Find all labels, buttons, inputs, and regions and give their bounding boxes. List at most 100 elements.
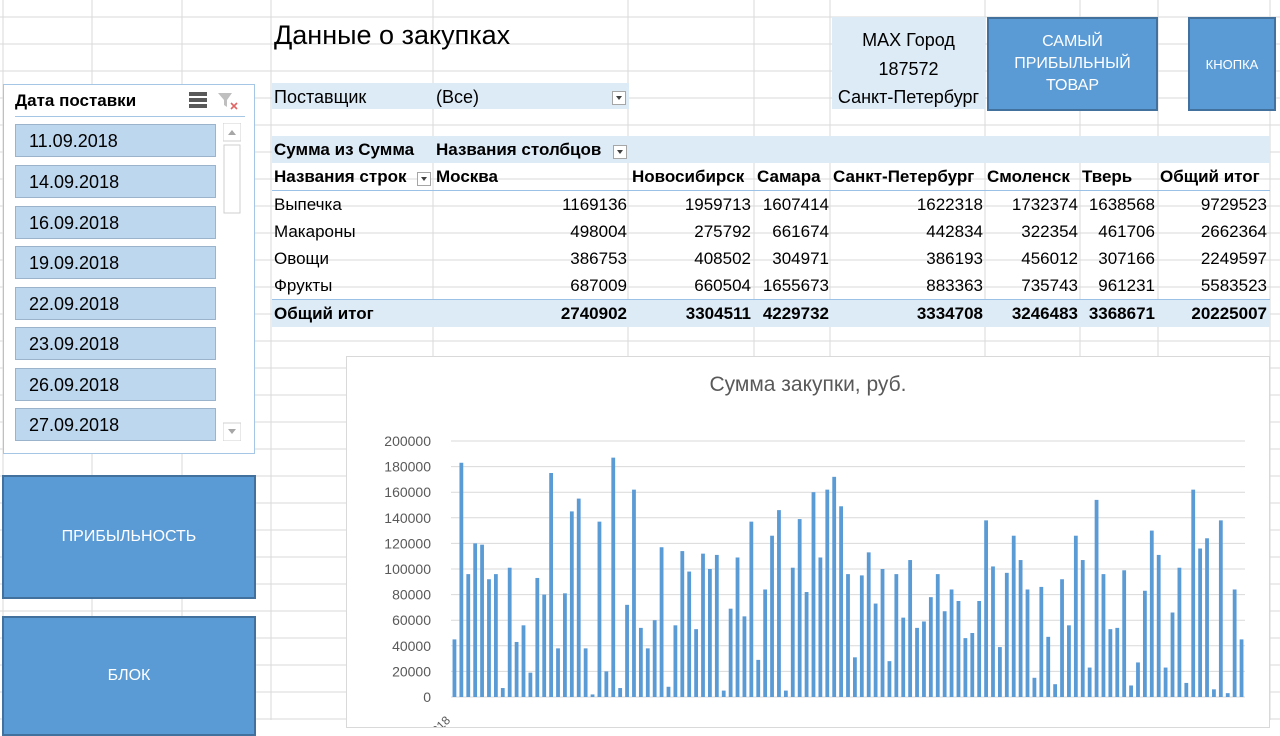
row-label: Овощи <box>274 249 330 268</box>
chart-bar <box>1025 589 1030 697</box>
slicer-item[interactable]: 19.09.2018 <box>15 246 216 279</box>
chart-bar <box>984 520 988 697</box>
chart-plot: 2000001800001600001400001200001000008000… <box>384 433 1245 727</box>
chart-bar <box>1122 570 1127 697</box>
slicer-item[interactable]: 14.09.2018 <box>15 165 216 198</box>
chart-bar <box>887 661 892 697</box>
table-cell: 1607414 <box>762 195 829 214</box>
slicer-divider <box>15 116 245 117</box>
top-product-button-label: САМЫЙ ПРИБЫЛЬНЫЙ ТОВАР <box>1014 33 1131 94</box>
slicer-item-label: 22.09.2018 <box>29 294 120 314</box>
chart-bar <box>652 620 657 697</box>
chart-bar <box>963 638 968 697</box>
multi-select-icon[interactable] <box>188 91 208 109</box>
max-city-value: 187572 <box>878 59 939 79</box>
chart-bar <box>1205 538 1209 697</box>
rows-filter-button[interactable] <box>417 172 431 186</box>
generic-button[interactable]: КНОПКА <box>1188 17 1276 111</box>
chart-bar <box>970 633 975 697</box>
table-cell: 307166 <box>1098 249 1155 268</box>
chart-bar <box>777 510 781 697</box>
chart-bar <box>1212 689 1216 697</box>
chart-bar <box>942 611 947 697</box>
filter-dropdown-button[interactable] <box>612 91 626 105</box>
chart-bar <box>1225 693 1230 697</box>
row-label: Общий итог <box>274 304 374 323</box>
slicer-item[interactable]: 16.09.2018 <box>15 206 216 239</box>
slicer-item-label: 19.09.2018 <box>29 253 120 273</box>
slicer-item[interactable]: 11.09.2018 <box>15 124 216 157</box>
chart-bar <box>590 694 595 697</box>
table-cell: 20225007 <box>1191 304 1267 323</box>
table-cell: 1655673 <box>762 276 829 295</box>
chart-bar <box>818 557 823 697</box>
table-cell: 2662364 <box>1200 222 1267 241</box>
chart-bar <box>1232 589 1237 697</box>
slicer-item[interactable]: 26.09.2018 <box>15 368 216 401</box>
table-cell: 687009 <box>570 276 627 295</box>
chart-bar <box>839 506 843 697</box>
top-product-button[interactable]: САМЫЙ ПРИБЫЛЬНЫЙ ТОВАР <box>987 17 1158 111</box>
chart-bar <box>873 603 878 697</box>
slicer-item-label: 23.09.2018 <box>29 334 120 354</box>
filter-value[interactable]: (Все) <box>436 87 479 108</box>
chart-bar <box>1108 629 1113 697</box>
table-row: Овощи 386753 408502 304971 386193 456012 30716… <box>272 245 1270 272</box>
chart-bar <box>1184 682 1189 697</box>
chart-bar <box>977 601 982 697</box>
chart-bar <box>1239 639 1244 697</box>
slicer-item-label: 27.09.2018 <box>29 415 120 435</box>
table-cell: 386193 <box>926 249 983 268</box>
chart-bar <box>880 569 885 697</box>
chart-bar <box>507 567 512 697</box>
chart-bar <box>625 604 629 697</box>
chart-bar <box>1115 627 1120 697</box>
chart-bar <box>742 616 747 697</box>
pivot-total-row: Общий итог 2740902 3304511 4229732 3334708 32… <box>272 299 1270 327</box>
slicer-item[interactable]: 23.09.2018 <box>15 327 216 360</box>
chart-bar <box>825 489 830 697</box>
block-button[interactable]: БЛОК <box>2 616 256 736</box>
slicer-item[interactable]: 22.09.2018 <box>15 287 216 320</box>
y-tick-label: 40000 <box>392 638 431 654</box>
chart-bar <box>859 575 864 697</box>
chart-bar <box>452 639 457 697</box>
y-tick-label: 120000 <box>384 535 431 551</box>
pivot-columns-row: Названия строк Москва Новосибирск Самара… <box>272 163 1270 191</box>
chart-bar <box>770 535 774 697</box>
rows-label: Названия строк <box>274 167 407 186</box>
chart-bar <box>915 627 919 697</box>
max-city-name: Санкт-Петербург <box>837 87 980 107</box>
chart-bar <box>1191 489 1196 697</box>
slicer-item[interactable]: 27.09.2018 <box>15 408 216 441</box>
clear-filter-icon[interactable] <box>217 91 239 111</box>
table-cell: 3304511 <box>685 304 751 323</box>
table-row: Макароны 498004 275792 661674 442834 322354 46… <box>272 218 1270 245</box>
chart-bar <box>1136 662 1140 697</box>
chart-bar <box>694 629 699 697</box>
chart-bar <box>473 543 478 697</box>
chart-bar <box>1087 667 1092 697</box>
columns-filter-button[interactable] <box>613 145 627 159</box>
row-label: Макароны <box>274 222 356 241</box>
y-tick-label: 140000 <box>384 510 431 526</box>
table-cell: 883363 <box>926 276 983 295</box>
column-header: Общий итог <box>1160 167 1260 186</box>
chart-bar <box>618 688 623 697</box>
chart-bar <box>721 690 726 697</box>
chart-bar <box>701 553 705 697</box>
chart-bar <box>1129 685 1133 697</box>
y-tick-label: 160000 <box>384 484 431 500</box>
slicer-scrollbar[interactable] <box>223 123 241 441</box>
chart-bar <box>645 648 650 697</box>
slicer-item-label: 16.09.2018 <box>29 213 120 233</box>
chart-bar <box>811 492 816 697</box>
chart-bar <box>998 647 1002 697</box>
column-header: Новосибирск <box>632 167 745 186</box>
profitability-button[interactable]: ПРИБЫЛЬНОСТЬ <box>2 475 256 599</box>
slicer-item-label: 26.09.2018 <box>29 375 120 395</box>
chart-bar <box>790 567 795 697</box>
chart-bar <box>659 547 664 697</box>
y-tick-label: 100000 <box>384 561 431 577</box>
chart-bar <box>542 594 547 697</box>
